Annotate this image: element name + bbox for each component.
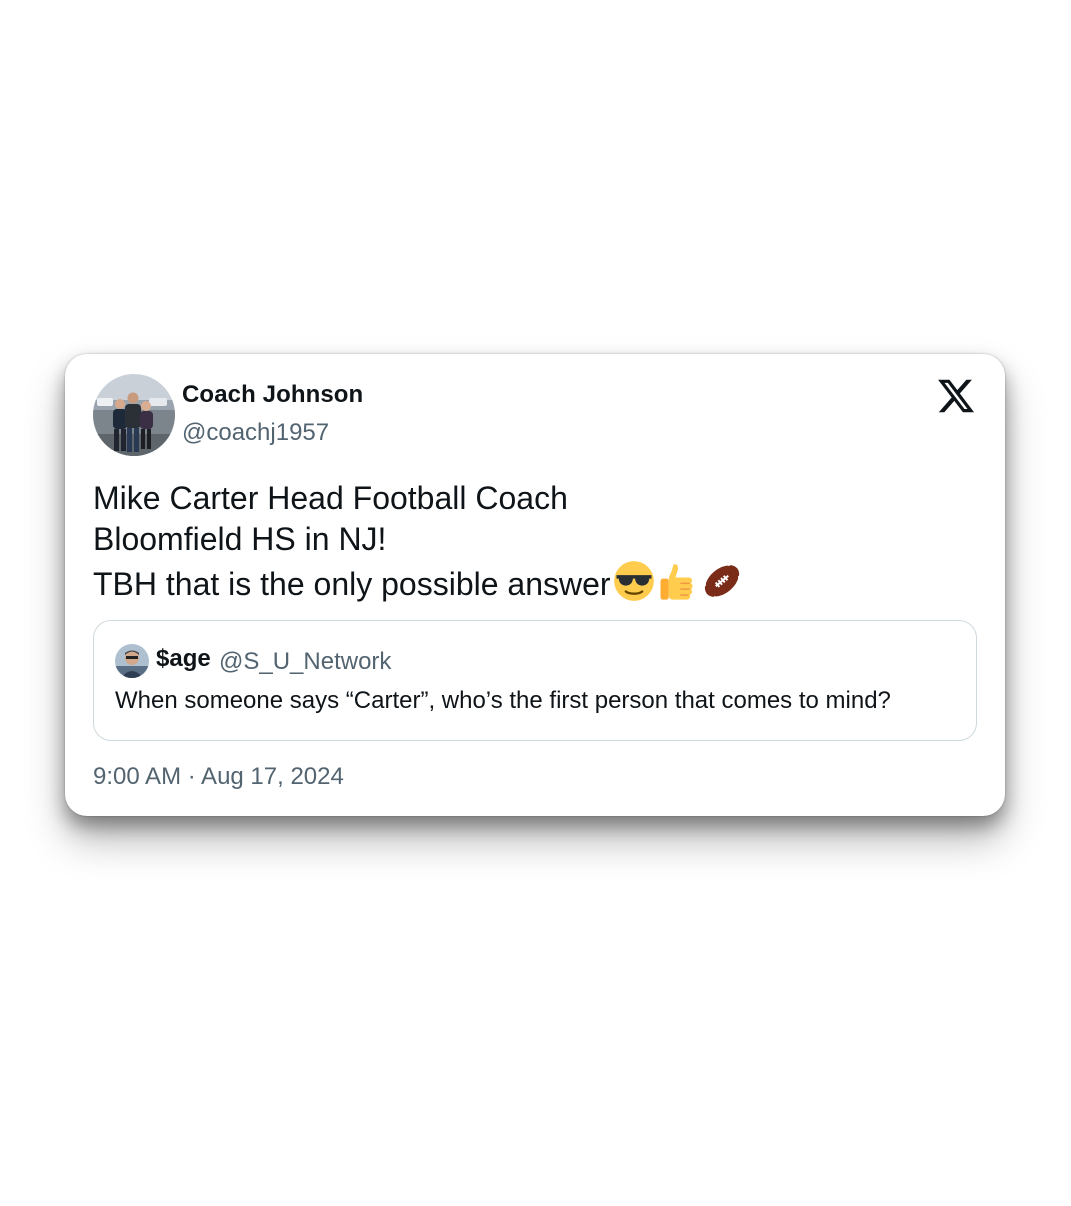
quoted-author-name[interactable]: $age <box>156 645 211 673</box>
tweet-card[interactable]: Coach Johnson @coachj1957 Mike Carter He… <box>65 354 1005 816</box>
quoted-tweet-text: When someone says “Carter”, who’s the fi… <box>115 687 891 714</box>
tweet-line: TBH that is the only possible answer <box>93 566 611 602</box>
tweet-body: Mike Carter Head Football Coach Bloomfie… <box>93 478 953 605</box>
thumbs-up-emoji-icon <box>657 560 699 602</box>
quoted-author-avatar[interactable] <box>115 644 149 678</box>
tweet-line: Bloomfield HS in NJ! <box>93 521 387 557</box>
quoted-author-handle[interactable]: @S_U_Network <box>219 648 391 676</box>
tweet-line-with-emojis: TBH that is the only possible answer <box>93 560 953 605</box>
tweet-line: Mike Carter Head Football Coach <box>93 480 568 516</box>
tweet-timestamp[interactable]: 9:00 AM · Aug 17, 2024 <box>93 763 344 791</box>
american-football-emoji-icon <box>701 560 743 602</box>
author-avatar[interactable] <box>93 374 175 456</box>
author-name[interactable]: Coach Johnson <box>182 381 363 409</box>
author-handle[interactable]: @coachj1957 <box>182 419 329 447</box>
quoted-tweet[interactable]: $age @S_U_Network When someone says “Car… <box>93 620 977 741</box>
sunglasses-face-emoji-icon <box>613 560 655 602</box>
x-logo-icon[interactable] <box>936 376 976 416</box>
